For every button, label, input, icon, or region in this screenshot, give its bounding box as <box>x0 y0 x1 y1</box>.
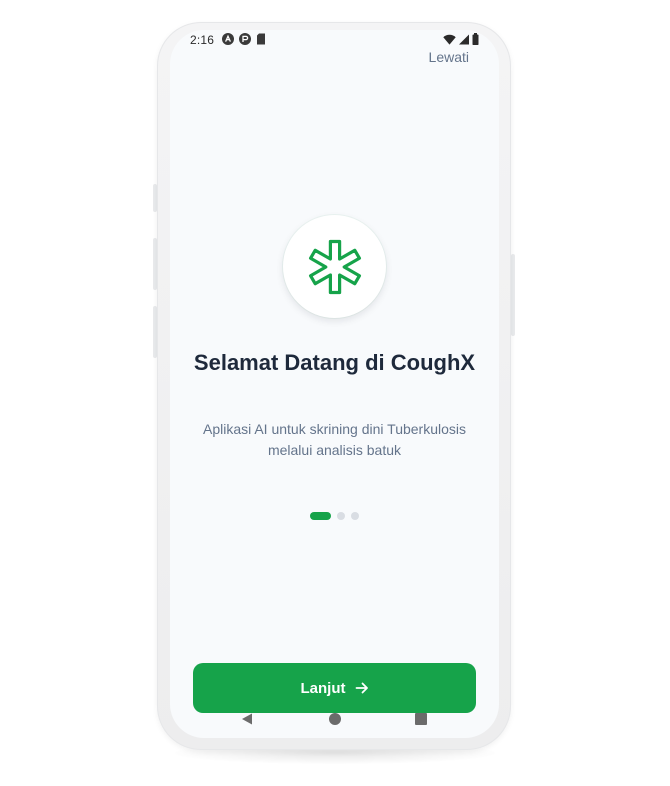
page-indicator <box>170 512 499 520</box>
recents-icon[interactable] <box>415 713 427 725</box>
page-dot-1[interactable] <box>310 512 331 520</box>
app-screen: 2:16 Lewati Selamat Datang di CoughX Apl… <box>170 30 499 738</box>
page-dot-3[interactable] <box>351 512 359 520</box>
system-nav-bar <box>170 706 499 732</box>
next-button-label: Lanjut <box>300 679 346 697</box>
page-title: Selamat Datang di CoughX <box>193 350 476 375</box>
skip-link[interactable]: Lewati <box>429 49 469 65</box>
status-time: 2:16 <box>190 33 215 47</box>
page-subtitle: Aplikasi AI untuk skrining dini Tuberkul… <box>202 421 467 458</box>
status-notification-icons <box>222 33 266 45</box>
sd-card-icon <box>257 33 265 45</box>
notification-b-icon <box>239 33 251 45</box>
wifi-icon <box>443 34 456 45</box>
notification-a-icon <box>222 33 234 45</box>
battery-icon <box>472 33 479 45</box>
back-icon[interactable] <box>241 713 253 725</box>
side-button-right <box>511 254 515 336</box>
status-system-icons <box>443 33 479 45</box>
signal-icon <box>459 34 469 44</box>
app-logo-badge <box>283 215 386 318</box>
arrow-right-icon <box>355 682 368 694</box>
asterisk-medical-icon <box>308 239 361 294</box>
page-dot-2[interactable] <box>337 512 345 520</box>
home-icon[interactable] <box>329 713 341 725</box>
device-stage: 2:16 Lewati Selamat Datang di CoughX Apl… <box>0 0 670 786</box>
